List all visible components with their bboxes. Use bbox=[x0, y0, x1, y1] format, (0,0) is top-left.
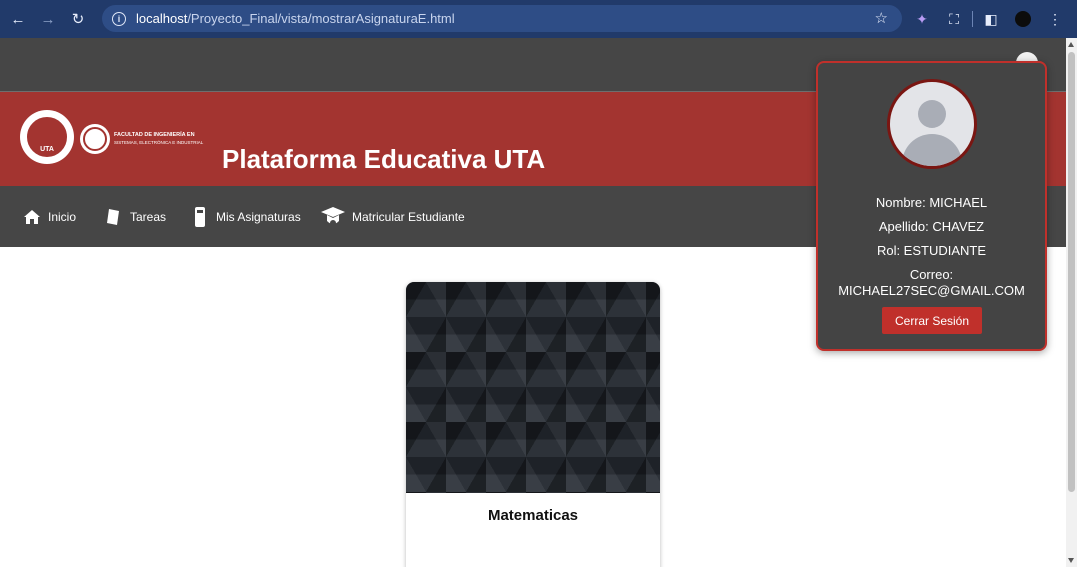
toolbar-separator bbox=[972, 11, 973, 27]
scroll-down-icon[interactable] bbox=[1068, 558, 1074, 563]
book-icon bbox=[190, 207, 210, 227]
nav-label: Tareas bbox=[130, 210, 167, 224]
faculty-line-2: SISTEMAS, ELECTRÓNICA E INDUSTRIAL bbox=[114, 140, 204, 145]
menu-icon[interactable]: ⋮ bbox=[1041, 5, 1069, 33]
nav-label: Mis Asignaturas bbox=[216, 210, 301, 224]
logout-button[interactable]: Cerrar Sesión bbox=[882, 307, 982, 334]
avatar bbox=[887, 79, 977, 169]
profile-correo-label: Correo: bbox=[909, 267, 954, 282]
info-icon[interactable]: i bbox=[112, 11, 126, 26]
university-logo: UTA bbox=[20, 110, 74, 164]
nav-item-mis-asignaturas[interactable]: Mis Asignaturas bbox=[190, 204, 301, 230]
nav-label: Inicio bbox=[48, 210, 77, 224]
profile-icon[interactable] bbox=[1009, 5, 1037, 33]
forward-icon[interactable]: → bbox=[33, 4, 63, 34]
profile-popup: Nombre: MICHAEL Apellido: CHAVEZ Rol: ES… bbox=[816, 61, 1047, 351]
reload-icon[interactable]: ↻ bbox=[63, 4, 93, 34]
nav-item-inicio[interactable]: Inicio bbox=[22, 204, 76, 230]
browser-toolbar: ← → ↻ i localhost/Proyecto_Final/vista/m… bbox=[0, 0, 1077, 38]
faculty-name: FACULTAD DE INGENIERÍA EN SISTEMAS, ELEC… bbox=[114, 132, 203, 146]
sidepanel-icon[interactable]: ◧ bbox=[977, 5, 1005, 33]
profile-rol: Rol: ESTUDIANTE bbox=[876, 243, 987, 258]
page-title: Plataforma Educativa UTA bbox=[222, 144, 546, 174]
profile-apellido: Apellido: CHAVEZ bbox=[878, 219, 985, 234]
faculty-line-1: FACULTAD DE INGENIERÍA EN bbox=[114, 132, 195, 138]
profile-correo: MICHAEL27SEC@GMAIL.COM bbox=[838, 283, 1025, 298]
address-bar[interactable]: i localhost/Proyecto_Final/vista/mostrar… bbox=[102, 5, 902, 32]
page-scrollbar[interactable] bbox=[1066, 38, 1077, 567]
scrollbar-thumb[interactable] bbox=[1068, 52, 1075, 492]
graduation-cap-icon bbox=[320, 207, 346, 227]
puzzle-icon[interactable]: ⛶ bbox=[940, 5, 968, 33]
back-icon[interactable]: ← bbox=[3, 4, 33, 34]
scroll-up-icon[interactable] bbox=[1068, 42, 1074, 47]
browser-actions: ✦ ⛶ ◧ ⋮ bbox=[908, 0, 1069, 38]
faculty-logo bbox=[80, 124, 110, 154]
star-icon[interactable]: ☆ bbox=[875, 9, 888, 27]
nav-item-matricular[interactable]: Matricular Estudiante bbox=[320, 204, 465, 230]
course-card[interactable]: Matematicas bbox=[406, 282, 660, 567]
nav-item-tareas[interactable]: Tareas bbox=[104, 204, 166, 230]
course-title: Matematicas bbox=[487, 507, 579, 524]
profile-nombre: Nombre: MICHAEL bbox=[875, 195, 988, 210]
course-image bbox=[406, 282, 660, 493]
extension-icon[interactable]: ✦ bbox=[908, 5, 936, 33]
url-text: localhost/Proyecto_Final/vista/mostrarAs… bbox=[136, 11, 455, 26]
home-icon bbox=[22, 207, 42, 227]
nav-label: Matricular Estudiante bbox=[352, 210, 465, 224]
document-icon bbox=[104, 207, 124, 227]
